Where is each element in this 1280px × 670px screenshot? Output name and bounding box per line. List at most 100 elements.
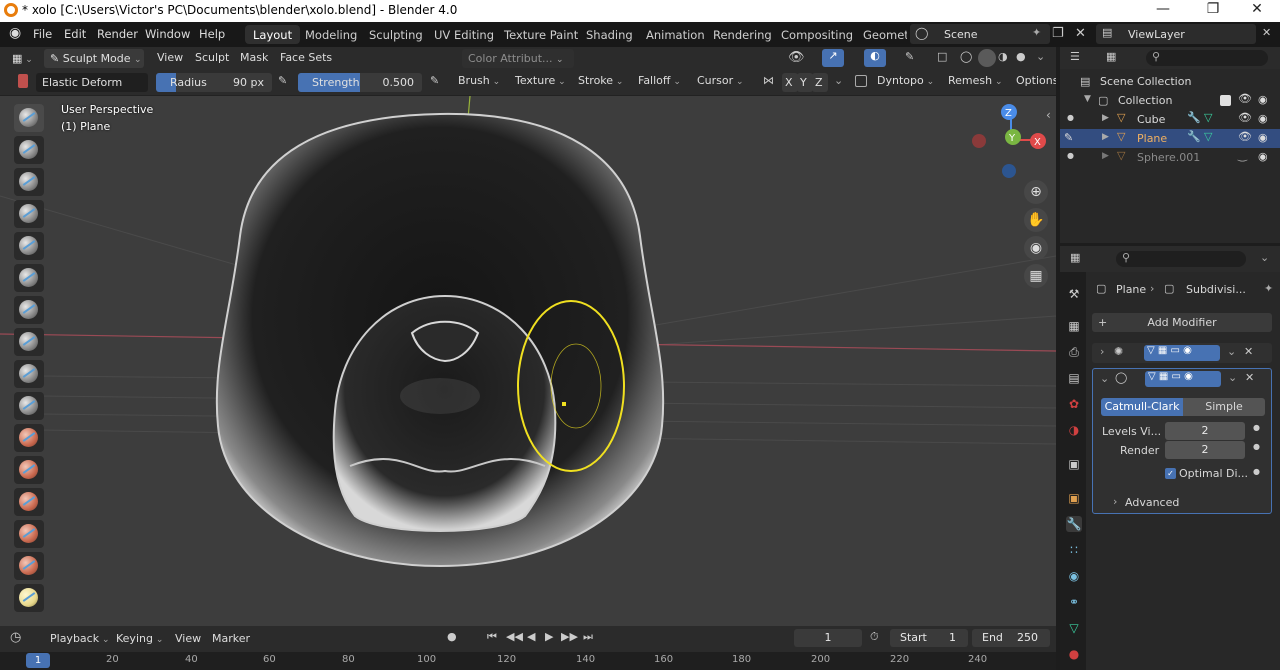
add-modifier-button[interactable]: + Add Modifier — [1092, 313, 1272, 332]
menu-timeline-view[interactable]: View — [175, 632, 201, 645]
pin-icon[interactable]: ✦ — [1032, 26, 1041, 39]
xray-brush-icon[interactable]: ✎ — [905, 50, 914, 63]
close-button[interactable]: ✕ — [1234, 1, 1280, 21]
brush-dropdown[interactable]: Brush — [458, 74, 500, 87]
gizmo-toggle-icon[interactable]: ↗ — [822, 49, 844, 67]
maximize-button[interactable]: ❐ — [1190, 1, 1236, 21]
outliner-search-input[interactable]: ⚲ — [1146, 50, 1268, 66]
plane-eye-icon[interactable]: 👁 — [1238, 130, 1252, 143]
cube-camera-icon[interactable]: ◉ — [1258, 112, 1268, 125]
tool-clay[interactable] — [14, 168, 44, 196]
mirror-y-toggle[interactable]: Y — [797, 73, 813, 92]
collapse-arrow-icon[interactable]: ⌄ — [1100, 372, 1109, 385]
menu-mask[interactable]: Mask — [240, 51, 268, 64]
menu-edit[interactable]: Edit — [64, 27, 86, 41]
modifier-tab-icon[interactable]: 🔧 — [1066, 516, 1082, 532]
data-tab-icon[interactable]: ▽ — [1066, 620, 1082, 636]
modifier-panel-collapsed[interactable]: › ✺ ▽ ▦ ▭ ◉ ⌄ ✕ — [1092, 343, 1272, 363]
solid-shading-icon[interactable] — [978, 49, 996, 67]
color-attribute-selector[interactable]: Color Attribut... — [462, 49, 574, 68]
properties-options-icon[interactable]: ⌄ — [1260, 251, 1269, 264]
properties-search-input[interactable]: ⚲ — [1116, 251, 1246, 267]
dyntopo-dropdown[interactable]: Dyntopo — [877, 74, 934, 87]
tool-pinch[interactable] — [14, 552, 44, 580]
play-icon[interactable]: ▶ — [545, 630, 553, 643]
shading-options-icon[interactable]: ⌄ — [1036, 50, 1045, 63]
radius-pressure-icon[interactable]: ✎ — [278, 74, 287, 87]
outliner-row-cube[interactable]: ● ▶ ▽ Cube 🔧 ▽ 👁 ◉ — [1060, 110, 1280, 129]
menu-view[interactable]: View — [157, 51, 183, 64]
menu-window[interactable]: Window — [145, 27, 190, 41]
tool-fill[interactable] — [14, 456, 44, 484]
expand-arrow-icon[interactable]: ▶ — [1102, 113, 1109, 123]
object-tab-icon[interactable]: ▣ — [1066, 490, 1082, 506]
sphere-hidden-eye-icon[interactable]: ‿ — [1238, 149, 1247, 162]
falloff-dropdown[interactable]: Falloff — [638, 74, 681, 87]
constraints-tab-icon[interactable]: ⚭ — [1066, 594, 1082, 610]
cube-eye-icon[interactable]: 👁 — [1238, 111, 1252, 124]
tab-uv-editing[interactable]: UV Editing — [426, 25, 502, 44]
prev-keyframe-icon[interactable]: ◀◀ — [506, 630, 523, 643]
3d-viewport[interactable]: Z X Y User Perspective (1) Plane ⊕ ✋ ◉ ▦… — [0, 96, 1056, 626]
radius-slider[interactable]: Radius 90 px — [156, 73, 272, 92]
tab-rendering[interactable]: Rendering — [705, 25, 780, 44]
output-tab-icon[interactable]: ⎙ — [1066, 344, 1082, 360]
pin-icon[interactable]: ✦ — [1264, 282, 1273, 295]
timeline-editor-icon[interactable]: ◷ — [10, 630, 21, 645]
pan-hand-icon[interactable]: ✋ — [1024, 208, 1048, 232]
remesh-dropdown[interactable]: Remesh — [948, 74, 1003, 87]
scene-tab-icon[interactable]: ✿ — [1066, 396, 1082, 412]
outliner-row-plane[interactable]: ✎ ▶ ▽ Plane 🔧 ▽ 👁 ◉ — [1060, 129, 1280, 148]
menu-sculpt[interactable]: Sculpt — [195, 51, 229, 64]
tab-animation[interactable]: Animation — [638, 25, 713, 44]
menu-keying[interactable]: Keying — [116, 632, 163, 645]
menu-face-sets[interactable]: Face Sets — [280, 51, 332, 64]
visibility-icon[interactable]: 👁 — [788, 50, 805, 65]
new-scene-icon[interactable]: ❐ — [1052, 26, 1064, 41]
tool-inflate[interactable] — [14, 296, 44, 324]
keyframe-dot-icon[interactable]: ● — [1253, 467, 1260, 476]
tool-grab[interactable] — [14, 584, 44, 612]
end-frame-field[interactable]: End 250 — [972, 629, 1050, 647]
view-layer-tab-icon[interactable]: ▤ — [1066, 370, 1082, 386]
modifier-dropdown-icon[interactable]: ⌄ — [1227, 345, 1236, 358]
mirror-x-toggle[interactable]: X — [782, 73, 798, 92]
stroke-dropdown[interactable]: Stroke — [578, 74, 623, 87]
minimize-button[interactable]: — — [1140, 1, 1186, 21]
tool-layer[interactable] — [14, 264, 44, 292]
scene-selector[interactable]: ◯ Scene ✦ — [910, 24, 1050, 44]
tool-crease[interactable] — [14, 360, 44, 388]
tool-clay-thumb[interactable] — [14, 232, 44, 260]
tab-layout[interactable]: Layout — [245, 25, 301, 44]
start-frame-field[interactable]: Start 1 — [890, 629, 968, 647]
camera-icon[interactable]: ◉ — [1024, 236, 1048, 260]
world-tab-icon[interactable]: ◑ — [1066, 422, 1082, 438]
outliner-row-collection[interactable]: ▼ ▢ Collection 👁 ◉ — [1060, 91, 1280, 110]
tool-clay-strips[interactable] — [14, 200, 44, 228]
keyframe-dot-icon[interactable]: ● — [1253, 442, 1260, 451]
editor-type-icon[interactable]: ▦ — [6, 49, 39, 68]
material-shading-icon[interactable]: ◑ — [998, 50, 1008, 63]
filter-icon[interactable]: ▦ — [1106, 50, 1116, 63]
render-levels-field[interactable]: 2 — [1165, 441, 1245, 459]
wireframe-shading-icon[interactable]: ◯ — [960, 50, 972, 63]
properties-editor-icon[interactable]: ▦ — [1070, 251, 1080, 264]
record-keyframe-icon[interactable]: ● — [447, 630, 457, 643]
tool-blob[interactable] — [14, 328, 44, 356]
collection-checkbox[interactable] — [1220, 95, 1231, 106]
optimal-display-checkbox[interactable]: ✓ — [1165, 468, 1176, 479]
mode-selector[interactable]: ✎ Sculpt Mode — [44, 49, 144, 68]
jump-start-icon[interactable]: ⏮ — [487, 630, 497, 644]
simple-button[interactable]: Simple — [1183, 398, 1265, 416]
tab-geometry[interactable]: Geomet — [855, 25, 907, 44]
current-frame-field[interactable]: 1 — [794, 629, 862, 647]
menu-help[interactable]: Help — [199, 27, 225, 41]
tab-texture-paint[interactable]: Texture Paint — [496, 25, 586, 44]
cursor-dropdown[interactable]: Cursor — [697, 74, 744, 87]
collection-tab-icon[interactable]: ▣ — [1066, 456, 1082, 472]
advanced-subpanel[interactable]: Advanced — [1125, 496, 1179, 509]
render-tab-icon[interactable]: ▦ — [1066, 318, 1082, 334]
menu-render[interactable]: Render — [97, 27, 138, 41]
material-tab-icon[interactable]: ● — [1066, 646, 1082, 662]
tool-multiplane-scrape[interactable] — [14, 520, 44, 548]
